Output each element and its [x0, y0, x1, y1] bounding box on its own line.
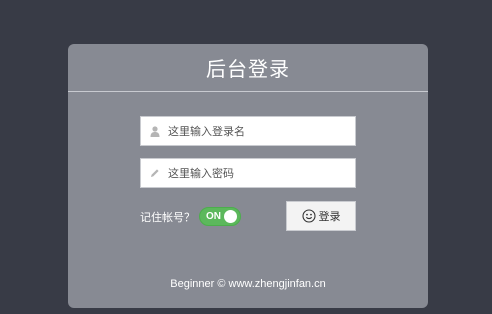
- username-input[interactable]: [168, 118, 355, 144]
- login-button-label: 登录: [318, 210, 341, 223]
- toggle-knob: [224, 210, 237, 223]
- user-icon: [150, 125, 160, 137]
- username-field[interactable]: [140, 116, 356, 146]
- login-panel: 后台登录 记住帐号？ ON: [68, 44, 428, 308]
- smile-icon: [301, 209, 316, 223]
- password-field[interactable]: [140, 158, 356, 188]
- title-divider: [68, 91, 428, 92]
- login-button[interactable]: 登录: [286, 201, 356, 231]
- password-input[interactable]: [168, 160, 355, 186]
- footer-copyright: Beginner © www.zhengjinfan.cn: [170, 278, 326, 290]
- remember-toggle[interactable]: ON: [199, 207, 241, 226]
- remember-label: 记住帐号？: [140, 211, 195, 224]
- login-title: 后台登录: [206, 57, 290, 81]
- toggle-state-label: ON: [206, 211, 221, 222]
- pencil-icon: [150, 167, 160, 179]
